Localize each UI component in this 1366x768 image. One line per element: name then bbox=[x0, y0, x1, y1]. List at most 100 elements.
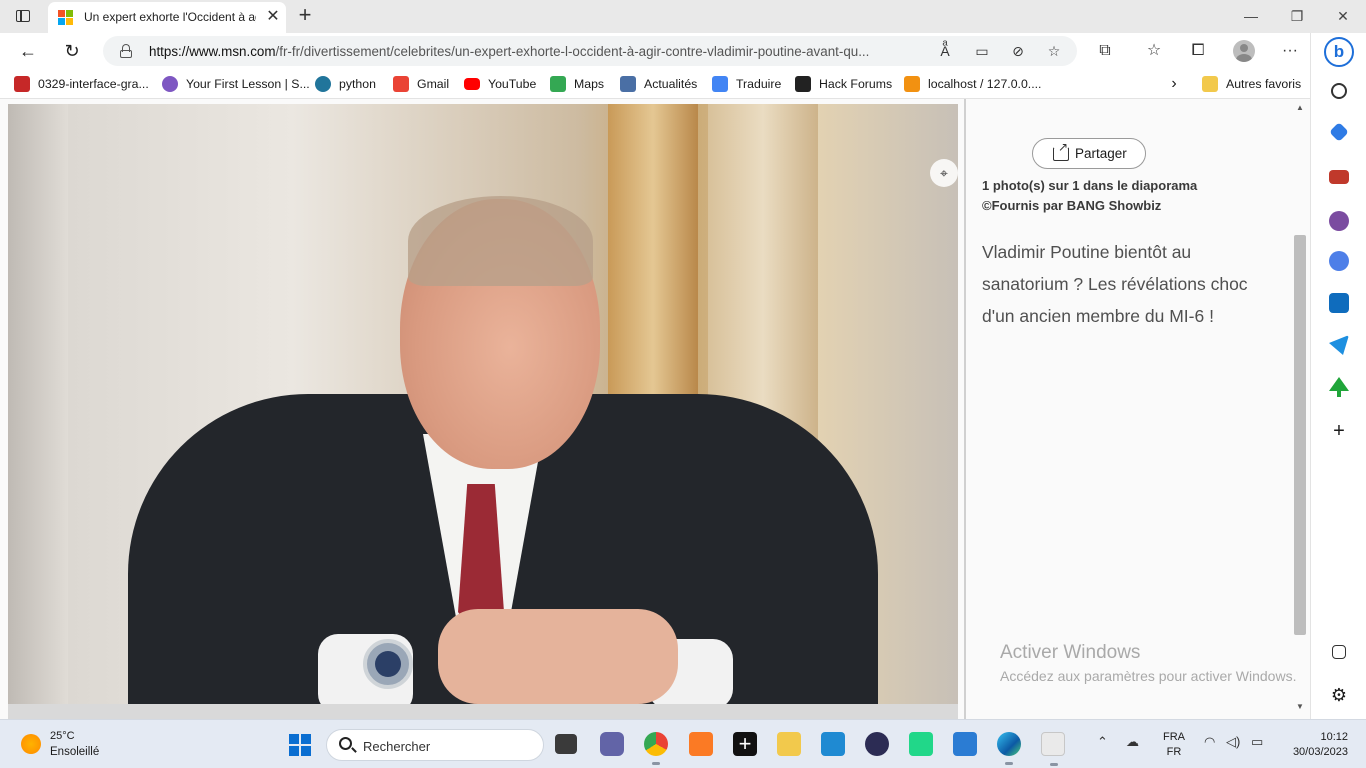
share-icon bbox=[1053, 140, 1069, 161]
send-icon[interactable] bbox=[1329, 335, 1349, 355]
phpmyadmin-icon bbox=[904, 76, 920, 92]
add-icon[interactable]: + bbox=[1329, 421, 1349, 441]
bing-icon[interactable]: b bbox=[1324, 37, 1354, 67]
battery-icon[interactable]: ▭ bbox=[1251, 734, 1263, 750]
taskbar: 25°C Ensoleillé Rechercher + ⌃ ☁ FRA FR … bbox=[0, 719, 1366, 768]
notepad-icon[interactable] bbox=[953, 732, 977, 756]
scroll-up-icon[interactable]: ▲ bbox=[1296, 103, 1304, 112]
lesson-icon bbox=[162, 76, 178, 92]
favorite-item[interactable]: YouTube bbox=[464, 74, 536, 94]
favorite-item[interactable]: localhost / 127.0.0.... bbox=[904, 74, 1041, 94]
wristwatch bbox=[363, 639, 413, 689]
chrome-icon[interactable] bbox=[644, 732, 668, 765]
tree-icon[interactable] bbox=[1329, 377, 1349, 397]
pycharm-icon[interactable] bbox=[909, 732, 933, 756]
sidebar-toggle-icon[interactable] bbox=[1332, 645, 1346, 659]
hackforums-icon bbox=[795, 76, 811, 92]
wordpress-icon bbox=[315, 76, 331, 92]
language-indicator[interactable]: FRA FR bbox=[1163, 730, 1185, 760]
favorite-item[interactable]: python bbox=[315, 74, 376, 94]
search-icon bbox=[339, 737, 352, 750]
outlook-icon[interactable] bbox=[1329, 293, 1349, 313]
shopping-icon[interactable] bbox=[1329, 122, 1349, 142]
teams-icon[interactable] bbox=[600, 732, 624, 756]
clock[interactable]: 10:12 30/03/2023 bbox=[1282, 730, 1348, 760]
snipping-tool-icon[interactable] bbox=[1041, 732, 1065, 766]
photo-caption: Vladimir Poutine bientôt au sanatorium ?… bbox=[982, 242, 1248, 326]
eclipse-icon[interactable] bbox=[865, 732, 889, 756]
weather-description[interactable]: Ensoleillé bbox=[50, 746, 99, 758]
chevron-up-icon[interactable]: ⌃ bbox=[1097, 734, 1108, 750]
other-favorites[interactable]: Autres favoris bbox=[1202, 74, 1301, 94]
scroll-thumb[interactable] bbox=[1294, 235, 1306, 635]
favorite-item[interactable]: Traduire bbox=[712, 74, 781, 94]
extensions-icon[interactable]: ⧉ bbox=[1093, 39, 1117, 63]
close-window-button[interactable]: ✕ bbox=[1332, 6, 1354, 26]
microsoft-365-icon[interactable] bbox=[1329, 251, 1349, 271]
gmail-icon bbox=[393, 76, 409, 92]
tracking-prevention-icon[interactable]: ⊘ bbox=[1008, 41, 1028, 61]
url-text[interactable]: https://www.msn.com/fr-fr/divertissement… bbox=[149, 44, 929, 59]
edge-icon[interactable] bbox=[997, 732, 1021, 765]
visual-search-icon[interactable]: ⌖ bbox=[930, 159, 958, 187]
lock-icon[interactable] bbox=[119, 44, 133, 58]
scrollbar[interactable]: ▲ ▼ bbox=[1292, 99, 1308, 719]
favorite-item[interactable]: 0329-interface-gra... bbox=[14, 74, 149, 94]
tab-title: Un expert exhorte l'Occident à agir bbox=[84, 10, 256, 24]
favorite-item[interactable]: Hack Forums bbox=[795, 74, 892, 94]
back-button[interactable]: ← bbox=[16, 39, 40, 63]
games-icon[interactable] bbox=[1329, 211, 1349, 231]
favorite-item[interactable]: Actualités bbox=[620, 74, 697, 94]
edge-sidebar: b + ⚙ bbox=[1310, 33, 1366, 719]
weather-sun-icon[interactable] bbox=[21, 734, 41, 754]
favorite-item[interactable]: Gmail bbox=[393, 74, 449, 94]
volume-icon[interactable]: ◁) bbox=[1226, 734, 1240, 750]
chevron-right-icon[interactable]: › bbox=[1165, 74, 1183, 94]
search-icon[interactable] bbox=[1331, 83, 1347, 99]
minimize-button[interactable]: — bbox=[1240, 6, 1262, 26]
active-tab[interactable]: Un expert exhorte l'Occident à agir ✕ bbox=[48, 2, 286, 33]
plus-app-icon[interactable]: + bbox=[733, 732, 757, 756]
photo-count: 1 photo(s) sur 1 dans le diaporama bbox=[982, 178, 1198, 193]
taskbar-search[interactable]: Rechercher bbox=[326, 729, 544, 761]
scroll-down-icon[interactable]: ▼ bbox=[1296, 702, 1304, 711]
youtube-icon bbox=[464, 78, 480, 90]
task-view-icon[interactable] bbox=[555, 734, 577, 754]
vscode-icon[interactable] bbox=[821, 732, 845, 756]
tools-icon[interactable] bbox=[1329, 170, 1349, 184]
settings-gear-icon[interactable]: ⚙ bbox=[1329, 685, 1349, 705]
favorites-bar: 0329-interface-gra... Your First Lesson … bbox=[0, 69, 1310, 99]
new-tab-button[interactable]: + bbox=[294, 4, 316, 26]
translate-icon bbox=[712, 76, 728, 92]
maps-icon bbox=[550, 76, 566, 92]
favorite-item[interactable]: Maps bbox=[550, 74, 604, 94]
more-menu-icon[interactable]: ··· bbox=[1278, 39, 1302, 63]
onedrive-icon[interactable]: ☁ bbox=[1126, 734, 1139, 750]
slideshow-view: ⌖ Partager 1 photo(s) sur 1 dans le diap… bbox=[0, 99, 1310, 719]
activation-watermark: Activer Windows Accédez aux paramètres p… bbox=[1000, 642, 1297, 684]
favorites-icon[interactable]: ☆ bbox=[1142, 39, 1166, 63]
news-icon bbox=[620, 76, 636, 92]
url-field[interactable]: https://www.msn.com/fr-fr/divertissement… bbox=[103, 36, 1077, 66]
tab-actions-icon[interactable] bbox=[12, 7, 34, 25]
refresh-button[interactable]: ↻ bbox=[60, 39, 84, 63]
share-button[interactable]: Partager bbox=[1032, 138, 1146, 169]
tab-close-icon[interactable]: ✕ bbox=[264, 8, 282, 26]
profile-avatar[interactable] bbox=[1233, 40, 1255, 62]
folder-icon bbox=[1202, 76, 1218, 92]
restore-button[interactable]: ❐ bbox=[1286, 6, 1308, 26]
xampp-icon[interactable] bbox=[689, 732, 713, 756]
photo-credit: ©Fournis par BANG Showbiz bbox=[982, 198, 1162, 213]
immersive-reader-icon[interactable]: ▭ bbox=[972, 41, 992, 61]
weather-temperature[interactable]: 25°C bbox=[50, 730, 75, 742]
article-photo[interactable] bbox=[8, 104, 958, 719]
start-button[interactable] bbox=[289, 734, 311, 756]
pdf-icon bbox=[14, 76, 30, 92]
wifi-icon[interactable]: ◠ bbox=[1204, 734, 1215, 750]
favorite-item[interactable]: Your First Lesson | S... bbox=[162, 74, 310, 94]
file-explorer-icon[interactable] bbox=[777, 732, 801, 756]
read-aloud-icon[interactable]: A͏ͣ bbox=[935, 41, 955, 61]
collections-icon[interactable]: ⧠ bbox=[1186, 39, 1210, 63]
title-bar: Un expert exhorte l'Occident à agir ✕ + … bbox=[0, 0, 1366, 33]
add-favorite-icon[interactable]: ☆ bbox=[1044, 41, 1064, 61]
